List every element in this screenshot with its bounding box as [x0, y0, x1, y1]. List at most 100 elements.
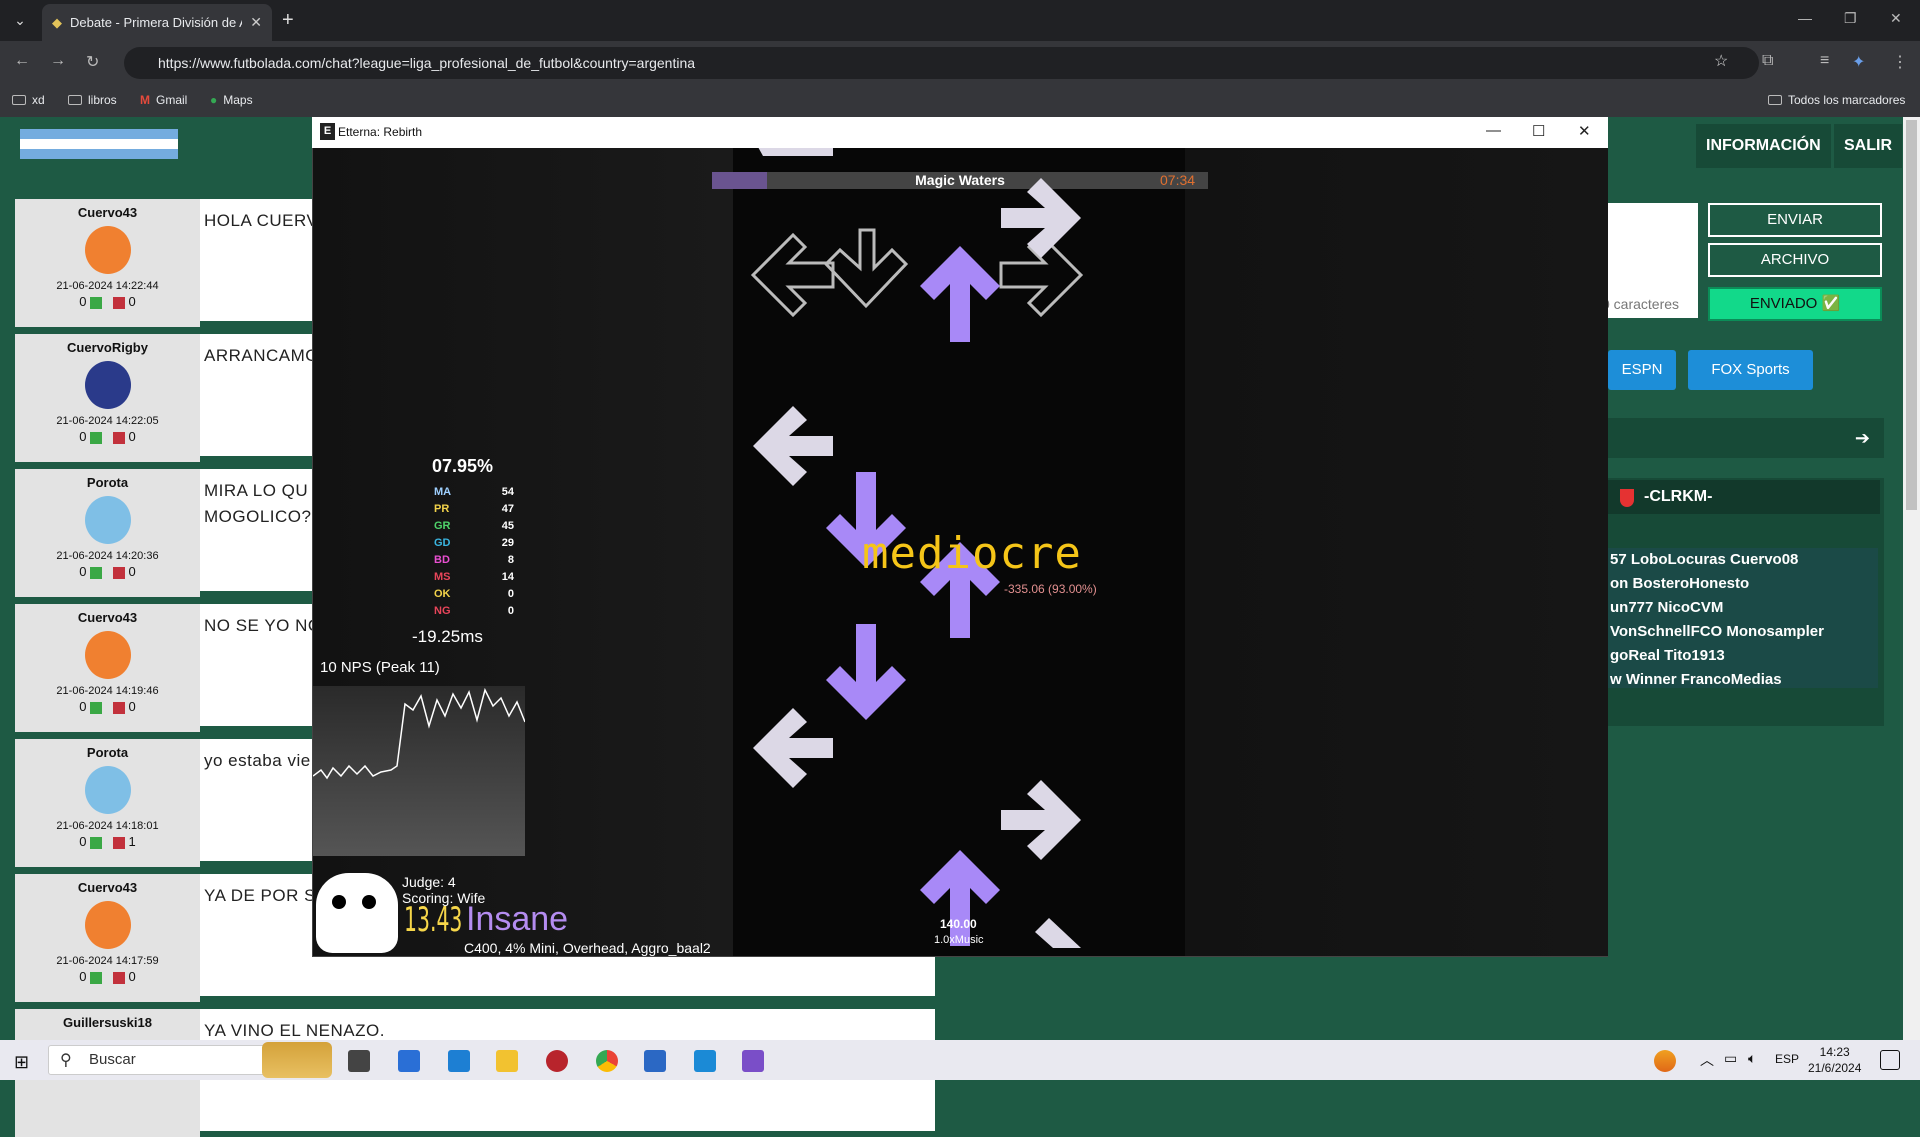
post-text: MIRA LO QU [204, 481, 309, 500]
mail-icon[interactable] [448, 1050, 470, 1072]
downvote-count: 1 [128, 834, 136, 849]
tab-close-icon[interactable]: ✕ [250, 14, 262, 31]
expand-arrow-bar[interactable]: ➔ [1608, 418, 1884, 458]
fox-sports-button[interactable]: FOX Sports [1688, 350, 1813, 390]
back-arrow-icon[interactable]: ← [14, 52, 30, 70]
game-maximize-icon[interactable]: ☐ [1532, 122, 1545, 140]
minimize-icon[interactable]: — [1798, 10, 1812, 26]
difficulty-rating: 13.43 [404, 900, 463, 940]
menu-kebab-icon[interactable]: ⋮ [1892, 52, 1908, 72]
post-username[interactable]: Cuervo43 [15, 205, 200, 220]
online-user-row[interactable]: on BosteroHonesto [1610, 572, 1878, 596]
media-icon[interactable]: ≡ [1820, 52, 1829, 70]
online-user-row[interactable]: goReal Tito1913 [1610, 644, 1878, 668]
online-user-row[interactable]: w Winner FrancoMedias [1610, 668, 1878, 692]
new-tab-plus-icon[interactable]: + [282, 8, 294, 32]
post-username[interactable]: Porota [15, 745, 200, 760]
powershell-icon[interactable] [644, 1050, 666, 1072]
espn-button[interactable]: ESPN [1608, 350, 1676, 390]
message-textarea[interactable]: 0 caracteres [1602, 203, 1698, 318]
post-username[interactable]: Guillersuski18 [15, 1015, 200, 1030]
post-votes: 0 0 [15, 429, 200, 444]
judgment-count: 0 [507, 605, 514, 617]
club-badge-icon [84, 496, 131, 544]
taskbar-search-input[interactable]: Buscar [48, 1045, 298, 1075]
thumbs-down-icon[interactable] [112, 431, 125, 444]
info-nav-button[interactable]: INFORMACIÓN [1696, 124, 1831, 168]
input-language[interactable]: ESP [1775, 1052, 1799, 1066]
task-view-icon[interactable] [348, 1050, 370, 1072]
judgment-row-ok: OK 0 [434, 588, 514, 600]
weather-icon[interactable] [1654, 1050, 1676, 1072]
bookmark-gmail[interactable]: M Gmail [140, 93, 187, 107]
thumbs-down-icon[interactable] [112, 296, 125, 309]
vscode-icon[interactable] [694, 1050, 716, 1072]
downvote-count: 0 [128, 969, 136, 984]
thumbs-up-icon[interactable] [90, 431, 103, 444]
thumbs-down-icon[interactable] [112, 566, 125, 579]
file-explorer-icon[interactable] [496, 1050, 518, 1072]
online-user-row[interactable]: 57 LoboLocuras Cuervo08 [1610, 548, 1878, 572]
etterna-taskbar-icon[interactable] [742, 1050, 764, 1072]
difficulty-name: Insane [466, 900, 569, 938]
game-close-icon[interactable]: ✕ [1578, 122, 1591, 140]
scrollbar-thumb[interactable] [1906, 120, 1917, 510]
online-user-row[interactable]: un777 NicoCVM [1610, 596, 1878, 620]
logout-nav-button[interactable]: SALIR [1834, 124, 1902, 168]
judgment-row-bd: BD 8 [434, 554, 514, 566]
volume-icon[interactable]: 🔈︎ [1748, 1050, 1756, 1067]
bookmark-libros[interactable]: libros [68, 93, 117, 107]
app-red-icon[interactable] [546, 1050, 568, 1072]
upvote-count: 0 [79, 294, 87, 309]
tab-search-chevron-icon[interactable]: ⌄ [8, 8, 32, 32]
taskbar-clock[interactable]: 14:23 21/6/2024 [1808, 1044, 1861, 1076]
forward-arrow-icon[interactable]: → [50, 52, 66, 70]
thumbs-up-icon[interactable] [90, 566, 103, 579]
tray-chevron-icon[interactable]: ︿ [1700, 1050, 1714, 1070]
river-shield-icon [1620, 489, 1634, 507]
profile-avatar-icon[interactable]: ✦ [1852, 52, 1865, 72]
online-panel-header: -CLRKM- [1608, 480, 1880, 514]
thumbs-up-icon[interactable] [90, 701, 103, 714]
address-bar[interactable]: https://www.futbolada.com/chat?league=li… [124, 47, 1759, 79]
post-username[interactable]: Porota [15, 475, 200, 490]
thumbs-up-icon[interactable] [90, 971, 103, 984]
close-window-icon[interactable]: ✕ [1890, 10, 1902, 27]
thumbs-up-icon[interactable] [90, 836, 103, 849]
downvote-count: 0 [128, 429, 136, 444]
reload-icon[interactable]: ↻ [86, 52, 99, 72]
sent-status-button[interactable]: ENVIADO ✅ [1708, 287, 1882, 321]
network-icon[interactable]: ▭ [1724, 1050, 1737, 1067]
thumbs-down-icon[interactable] [112, 701, 125, 714]
judgment-label: PR [434, 503, 450, 515]
game-minimize-icon[interactable]: — [1486, 122, 1501, 139]
post-username[interactable]: Cuervo43 [15, 610, 200, 625]
bookmark-star-icon[interactable]: ☆ [1714, 51, 1728, 71]
thumbs-up-icon[interactable] [90, 296, 103, 309]
note-right-arrow-icon [1001, 178, 1081, 258]
post-text: YA VINO EL NENAZO. [204, 1021, 385, 1040]
thumbs-down-icon[interactable] [112, 971, 125, 984]
post-message: HOLA CUERV [204, 211, 318, 231]
thumbs-down-icon[interactable] [112, 836, 125, 849]
store-icon[interactable] [398, 1050, 420, 1072]
file-button[interactable]: ARCHIVO [1708, 243, 1882, 277]
restore-icon[interactable]: ❐ [1844, 10, 1857, 27]
all-bookmarks[interactable]: Todos los marcadores [1768, 93, 1905, 107]
online-user-row[interactable]: VonSchnellFCO Monosampler [1610, 620, 1878, 644]
bookmark-maps[interactable]: ● Maps [210, 93, 253, 107]
post-username[interactable]: CuervoRigby [15, 340, 200, 355]
argentina-flag-logo[interactable] [20, 129, 178, 159]
chrome-icon[interactable] [596, 1050, 618, 1072]
bpm-readout: 140.00 [940, 917, 977, 931]
bookmark-xd[interactable]: xd [12, 93, 45, 107]
windows-start-icon[interactable]: ⊞ [14, 1052, 29, 1073]
notifications-icon[interactable] [1880, 1050, 1900, 1070]
club-badge-icon [84, 766, 131, 814]
extensions-icon[interactable]: ⧉ [1762, 52, 1773, 70]
post-username[interactable]: Cuervo43 [15, 880, 200, 895]
browser-tab-active[interactable]: ◆ Debate - Primera División de Ar ✕ [42, 4, 272, 41]
send-button[interactable]: ENVIAR [1708, 203, 1882, 237]
post-date: 21-06-2024 14:19:46 [56, 685, 159, 697]
game-window-titlebar[interactable]: Etterna: Rebirth [312, 117, 1608, 148]
